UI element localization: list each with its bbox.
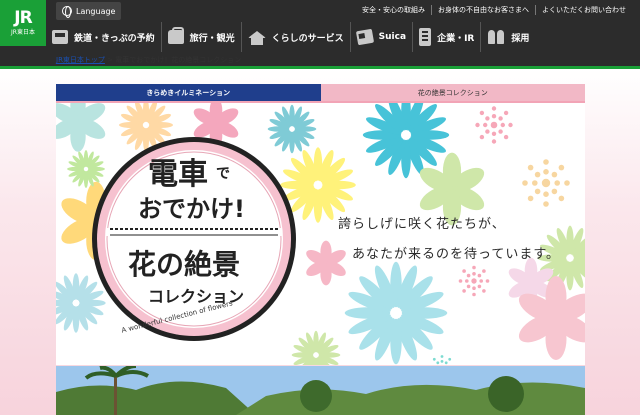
breadcrumb-current: 電車でおでかけ！花の絶景コレクション <box>115 56 242 64</box>
garden-photo-placeholder <box>56 366 585 415</box>
tab-flower-collection[interactable]: 花の絶景コレクション <box>320 84 585 103</box>
logo-text: JR <box>14 8 32 28</box>
top-link-accessibility[interactable]: お身体の不自由なお客さまへ <box>431 5 535 15</box>
language-label: Language <box>76 6 116 16</box>
card-icon <box>355 28 374 46</box>
nav-label: Suica <box>378 32 407 42</box>
breadcrumb-separator: > <box>107 56 114 64</box>
nav-label: 旅行・観光 <box>189 33 235 44</box>
badge-odekake: おでかけ! <box>138 195 245 223</box>
nav-label: 採用 <box>511 33 530 44</box>
content-tabs: きらめきイルミネーション 花の絶景コレクション <box>56 84 585 103</box>
breadcrumb-home-link[interactable]: JR東日本トップ <box>56 56 105 64</box>
tagline-line1: 誇らしげに咲く花たちが、 <box>338 217 506 232</box>
tab-illumination[interactable]: きらめきイルミネーション <box>56 84 321 103</box>
breadcrumb: JR東日本トップ > 電車でおでかけ！花の絶景コレクション <box>56 55 241 65</box>
tagline-line2: あなたが来るのを待っています。 <box>352 247 561 262</box>
top-link-faq[interactable]: よくいただくお問い合わせ <box>535 5 632 15</box>
people-icon <box>487 30 505 44</box>
main-nav: 鉄道・きっぷの予約 旅行・観光 くらしのサービス Suica 企業・IR 採用 <box>46 22 640 52</box>
top-link-safety[interactable]: 安全・安心の取組み <box>356 5 431 15</box>
nav-item-life[interactable]: くらしのサービス <box>240 22 350 52</box>
nav-item-corporate[interactable]: 企業・IR <box>412 22 480 52</box>
nav-item-recruit[interactable]: 採用 <box>480 22 535 52</box>
utility-links: 安全・安心の取組み お身体の不自由なお客さまへ よくいただくお問い合わせ <box>356 5 632 15</box>
nav-item-travel[interactable]: 旅行・観光 <box>160 22 241 52</box>
badge-de: で <box>216 166 230 182</box>
globe-icon <box>62 6 72 18</box>
hero-banner: 電車 で おでかけ! 花の絶景 コレクション A wonderful colle… <box>56 103 585 365</box>
suitcase-icon <box>167 27 184 44</box>
language-button[interactable]: Language <box>56 2 122 20</box>
house-icon <box>247 30 266 45</box>
building-icon <box>419 28 432 46</box>
train-icon <box>52 30 68 44</box>
jr-east-logo[interactable]: JR JR東日本 <box>0 0 46 46</box>
nav-label: くらしのサービス <box>271 33 344 44</box>
nav-label: 企業・IR <box>437 33 475 44</box>
hero-photo <box>56 366 585 415</box>
badge-densha: 電車 <box>148 157 208 192</box>
nav-item-suica[interactable]: Suica <box>349 22 412 52</box>
nav-label: 鉄道・きっぷの予約 <box>74 33 155 44</box>
logo-subtext: JR東日本 <box>11 29 35 36</box>
nav-item-rail[interactable]: 鉄道・きっぷの予約 <box>46 22 161 52</box>
tab-label: きらめきイルミネーション <box>146 88 231 97</box>
tab-label: 花の絶景コレクション <box>417 88 488 97</box>
badge-hana-no-zekkei: 花の絶景 <box>128 248 241 281</box>
